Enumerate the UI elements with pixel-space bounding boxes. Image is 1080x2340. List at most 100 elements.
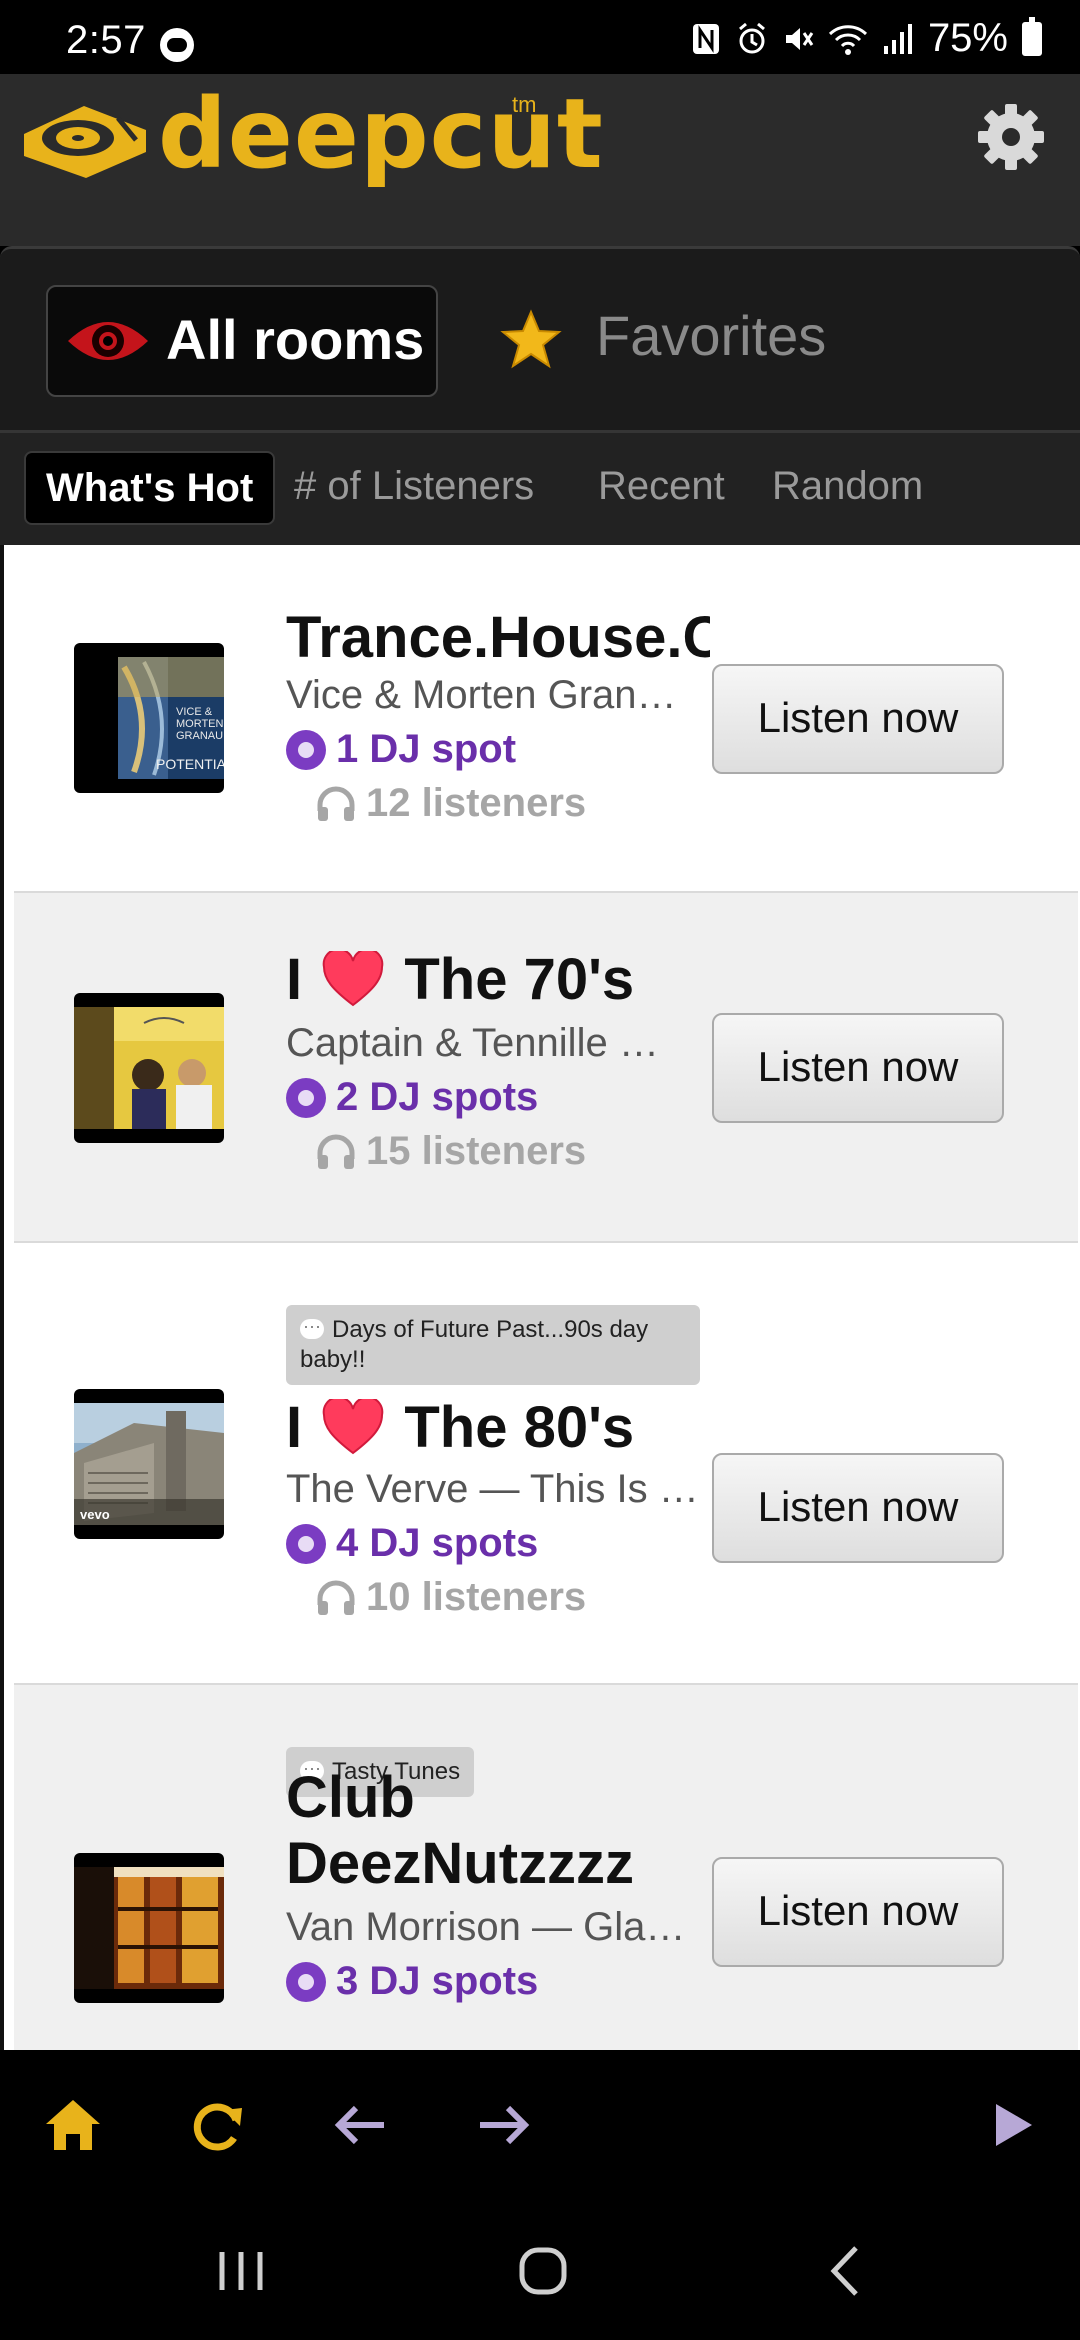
status-bar: 2:57 75%: [0, 0, 1080, 74]
signal-icon: [883, 23, 912, 54]
room-listeners: 15 listeners: [316, 1129, 586, 1174]
forward-arrow-icon[interactable]: [468, 2090, 538, 2160]
room-message: Days of Future Past...90s day baby!!: [286, 1305, 700, 1385]
room-listeners: 10 listeners: [316, 1575, 586, 1620]
room-title-line1: Club: [286, 1765, 415, 1830]
sort-recent[interactable]: Recent: [598, 451, 725, 525]
wifi-icon: [828, 24, 867, 55]
cat-notification-icon: [160, 28, 194, 62]
mute-icon: [785, 27, 814, 50]
listeners-label: 12 listeners: [366, 781, 587, 825]
nfc-icon: [692, 23, 719, 54]
room-message-text: Days of Future Past...90s day baby!!: [300, 1316, 649, 1373]
room-title-line2: DeezNutzzzz: [286, 1831, 635, 1896]
sort-listeners[interactable]: # of Listeners: [294, 451, 534, 525]
album-art: vevo: [74, 1389, 224, 1539]
room-now-playing: Van Morrison — Gla…: [286, 1905, 686, 1949]
listen-now-button[interactable]: Listen now: [712, 1857, 1004, 1967]
album-art-image: [74, 1867, 224, 1989]
status-time: 2:57: [66, 18, 146, 62]
app-logo-text: deepcut: [158, 78, 604, 190]
eye-icon: [68, 322, 148, 360]
dj-spots-label: 4 DJ spots: [336, 1521, 539, 1565]
home-icon[interactable]: [38, 2090, 108, 2160]
room-dj-spots: 1 DJ spot: [286, 727, 516, 772]
room-dj-spots: 2 DJ spots: [286, 1075, 538, 1120]
dj-spots-label: 3 DJ spots: [336, 1959, 539, 2003]
room-card[interactable]: Days of Future Past...90s day baby!! vev…: [14, 1243, 1078, 1685]
logo-trademark: tm: [512, 92, 537, 117]
room-now-playing: Captain & Tennille …: [286, 1021, 659, 1065]
album-art: VICE & MORTEN GRANAU POTENTIAL: [74, 643, 224, 793]
dj-disc-icon: [286, 1523, 326, 1564]
headphones-icon: [317, 1580, 355, 1615]
app-header: deepcut tm: [0, 74, 1080, 200]
play-icon[interactable]: [976, 2090, 1046, 2160]
album-art-text-line2: MORTEN: [176, 718, 224, 730]
room-card[interactable]: I The 70's Captain & Tennille … 2 DJ spo…: [14, 893, 1078, 1243]
heart-icon: [322, 951, 384, 1007]
room-now-playing: The Verve — This Is …: [286, 1467, 699, 1511]
room-listeners: 12 listeners: [316, 781, 586, 826]
room-card[interactable]: Tasty Tunes Club DeezNutzzzz Van Morriso…: [14, 1685, 1078, 2050]
system-nav-bar: [0, 2200, 1080, 2340]
dj-disc-icon: [286, 729, 326, 770]
dj-spots-label: 2 DJ spots: [336, 1075, 539, 1119]
sort-whats-hot[interactable]: What's Hot: [24, 451, 276, 525]
album-art-image: [74, 1007, 224, 1129]
refresh-icon[interactable]: [182, 2090, 252, 2160]
album-art: [74, 993, 224, 1143]
room-list: VICE & MORTEN GRANAU POTENTIAL Trance.Ho…: [0, 545, 1080, 2050]
tab-all-rooms-label: All rooms: [166, 308, 425, 371]
album-art-text-line4: POTENTIAL: [156, 756, 224, 772]
album-art-text-line1: VICE &: [176, 706, 213, 718]
tab-favorites[interactable]: Favorites: [596, 303, 826, 368]
sort-random[interactable]: Random: [772, 451, 923, 525]
room-title: I The 70's: [286, 947, 634, 1013]
room-title-prefix: I: [286, 947, 303, 1012]
room-title-prefix: I: [286, 1395, 303, 1460]
room-title-suffix: The 80's: [404, 1395, 635, 1460]
home-circle-icon[interactable]: [508, 2236, 578, 2306]
battery-icon: [1022, 16, 1042, 56]
settings-gear-icon[interactable]: [976, 102, 1046, 172]
headphones-icon: [317, 1134, 355, 1169]
heart-icon: [322, 1399, 384, 1455]
listeners-label: 15 listeners: [366, 1129, 587, 1173]
room-dj-spots: 3 DJ spots: [286, 1959, 538, 2004]
listen-now-button[interactable]: Listen now: [712, 1013, 1004, 1123]
dj-spots-label: 1 DJ spot: [336, 727, 517, 771]
dj-disc-icon: [286, 1077, 326, 1118]
star-icon[interactable]: [500, 309, 562, 371]
status-icons: 75%: [690, 16, 1042, 61]
turntable-logo-icon[interactable]: [14, 100, 154, 182]
room-title-suffix: The 70's: [404, 947, 635, 1012]
headphones-icon: [317, 786, 355, 821]
room-title: Trance.House.C: [286, 605, 710, 670]
listeners-label: 10 listeners: [366, 1575, 587, 1619]
dj-disc-icon: [286, 1961, 326, 2002]
album-art: [74, 1853, 224, 2003]
listen-now-button[interactable]: Listen now: [712, 1453, 1004, 1563]
room-now-playing: Vice & Morten Gran…: [286, 673, 677, 717]
app-bottom-nav: [0, 2050, 1080, 2200]
chat-bubble-icon: [300, 1311, 324, 1341]
album-art-image: vevo: [74, 1403, 224, 1525]
battery-percent: 75%: [927, 16, 1008, 60]
tab-all-rooms[interactable]: All rooms: [46, 285, 438, 397]
listen-now-button[interactable]: Listen now: [712, 664, 1004, 774]
room-dj-spots: 4 DJ spots: [286, 1521, 538, 1566]
recents-icon[interactable]: [206, 2236, 276, 2306]
album-art-text-line3: GRANAU: [176, 730, 223, 742]
room-title: Club DeezNutzzzz: [286, 1765, 634, 1897]
room-card[interactable]: VICE & MORTEN GRANAU POTENTIAL Trance.Ho…: [14, 545, 1078, 893]
sort-tabs: What's Hot # of Listeners Recent Random: [0, 430, 1080, 545]
album-art-image: VICE & MORTEN GRANAU POTENTIAL: [118, 657, 224, 779]
back-chevron-icon[interactable]: [812, 2236, 882, 2306]
header-separator: [0, 200, 1080, 246]
room-tabs: All rooms Favorites: [0, 246, 1080, 430]
alarm-icon: [738, 22, 765, 53]
back-arrow-icon[interactable]: [326, 2090, 396, 2160]
vevo-watermark: vevo: [80, 1507, 110, 1522]
room-title: I The 80's: [286, 1395, 634, 1461]
